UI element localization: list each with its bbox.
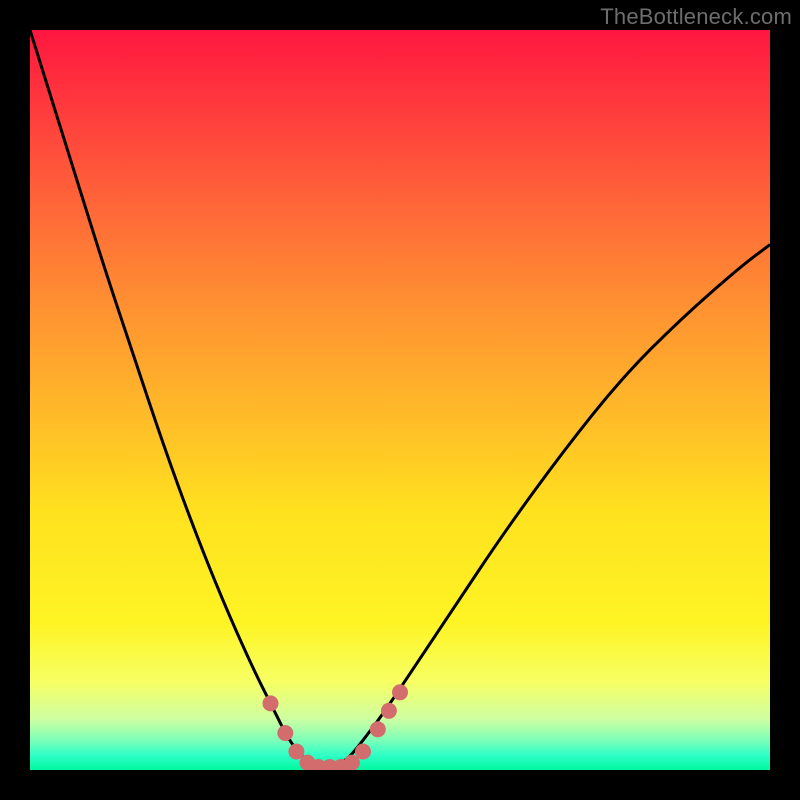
highlight-dot	[277, 725, 293, 741]
bottleneck-curve-path	[30, 30, 770, 767]
highlight-dot	[263, 695, 279, 711]
highlight-dot	[370, 721, 386, 737]
chart-frame: TheBottleneck.com	[0, 0, 800, 800]
highlight-dot	[392, 684, 408, 700]
curve-layer	[30, 30, 770, 770]
watermark-label: TheBottleneck.com	[600, 4, 792, 30]
highlight-dot	[381, 703, 397, 719]
plot-area	[30, 30, 770, 770]
highlight-dot	[355, 744, 371, 760]
highlight-dots-group	[263, 684, 409, 770]
